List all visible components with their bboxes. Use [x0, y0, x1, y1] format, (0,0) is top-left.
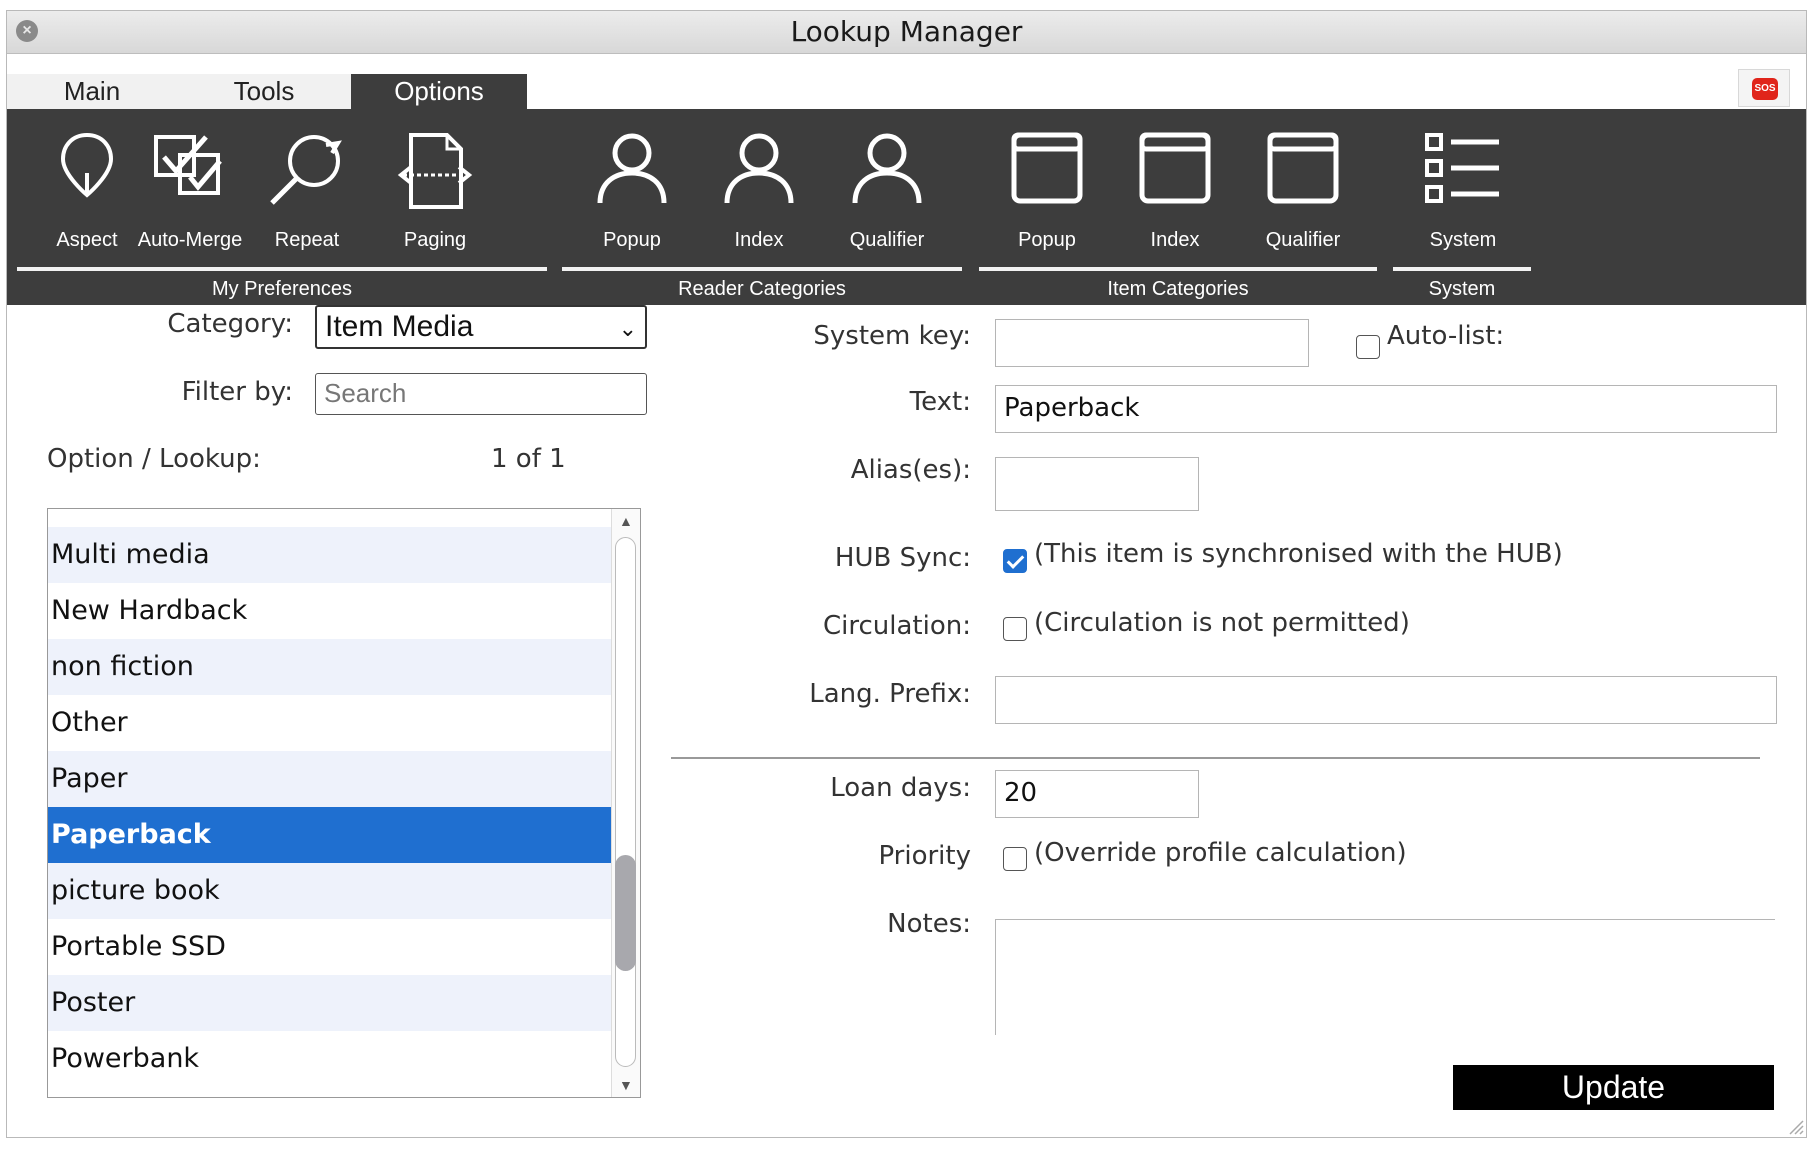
tab-bar: Main Tools Options SOS	[7, 54, 1806, 109]
scroll-thumb[interactable]	[615, 855, 636, 971]
toolbar-label: Paging	[403, 229, 467, 251]
record-count: 1 of 1	[491, 444, 566, 474]
list-item[interactable]: non fiction	[48, 639, 613, 695]
scroll-up-arrow-icon[interactable]: ▲	[619, 513, 633, 529]
group-label-my-preferences: My Preferences	[211, 278, 353, 300]
toolbar-label: Repeat	[274, 229, 340, 251]
map-pin-icon	[60, 132, 114, 198]
hub-sync-description: (This item is synchronised with the HUB)	[1034, 539, 1563, 569]
toolbar-label: Index	[734, 229, 784, 251]
priority-description: (Override profile calculation)	[1034, 838, 1407, 868]
category-label: Category:	[167, 309, 293, 339]
category-select[interactable]: Item Media ⌄	[315, 305, 647, 349]
list-item[interactable]: Other	[48, 695, 613, 751]
alias-input[interactable]	[995, 457, 1199, 511]
list-item[interactable]: picture book	[48, 863, 613, 919]
text-input[interactable]: Paperback	[995, 385, 1777, 433]
hub-sync-label: HUB Sync:	[834, 543, 971, 573]
person-icon	[724, 133, 794, 204]
group-label-item-categories: Item Categories	[1107, 278, 1249, 300]
group-underline	[1393, 267, 1531, 271]
window-title: Lookup Manager	[790, 15, 1023, 48]
repeat-search-icon	[270, 135, 342, 205]
toolbar-button-repeat[interactable]: Repeat	[247, 109, 367, 259]
group-underline	[562, 267, 962, 271]
section-divider	[671, 757, 1760, 759]
list-item[interactable]: Paper	[48, 751, 613, 807]
toolbar-label: Popup	[603, 229, 661, 251]
resize-grip-icon[interactable]	[1786, 1117, 1804, 1135]
lang-prefix-label: Lang. Prefix:	[809, 679, 971, 709]
toolbar-button-auto-merge[interactable]: Auto-Merge	[125, 109, 255, 259]
chevron-down-icon: ⌄	[618, 316, 637, 341]
scroll-down-arrow-icon[interactable]: ▼	[619, 1077, 633, 1093]
toolbar-label: Qualifier	[1265, 229, 1341, 251]
toolbar-label: Auto-Merge	[137, 229, 243, 251]
notes-textarea[interactable]	[995, 919, 1775, 1035]
circulation-label: Circulation:	[823, 611, 971, 641]
tab-tools[interactable]: Tools	[177, 74, 351, 109]
notes-label: Notes:	[887, 909, 971, 939]
priority-checkbox[interactable]	[1003, 847, 1027, 871]
toolbar-button-reader-popup[interactable]: Popup	[572, 109, 692, 259]
group-label-system: System	[1428, 278, 1496, 300]
toolbar-label: System	[1429, 229, 1497, 251]
toolbar-button-system[interactable]: System	[1403, 109, 1523, 259]
filter-label: Filter by:	[181, 377, 293, 407]
sos-button[interactable]: SOS	[1738, 69, 1790, 107]
lang-prefix-input[interactable]	[995, 676, 1777, 724]
list-item[interactable]: Portable SSD	[48, 919, 613, 975]
loan-days-label: Loan days:	[830, 773, 971, 803]
list-icon	[1425, 133, 1499, 203]
lookup-list[interactable]: Multi media New Hardback non fiction Oth…	[47, 508, 641, 1098]
options-toolbar: Aspect Auto-Merge Repeat Paging Popup In…	[7, 109, 1806, 305]
group-label-reader-categories: Reader Categories	[678, 278, 846, 300]
hub-sync-checkbox[interactable]	[1003, 549, 1027, 573]
category-value: Item Media	[325, 310, 474, 343]
list-item[interactable]: Powerbank	[48, 1031, 613, 1087]
circulation-checkbox[interactable]	[1003, 617, 1027, 641]
window-icon	[1139, 132, 1211, 204]
toolbar-button-item-popup[interactable]: Popup	[987, 109, 1107, 259]
toolbar-label: Popup	[1018, 229, 1076, 251]
toolbar-button-reader-index[interactable]: Index	[699, 109, 819, 259]
auto-list-checkbox[interactable]	[1356, 335, 1380, 359]
lookup-manager-window: × Lookup Manager Main Tools Options SOS …	[6, 10, 1807, 1138]
group-underline	[979, 267, 1377, 271]
option-lookup-label: Option / Lookup:	[47, 444, 261, 474]
list-scrollbar[interactable]: ▲ ▼	[611, 509, 640, 1097]
group-underline	[17, 267, 547, 271]
loan-days-input[interactable]: 20	[995, 770, 1199, 818]
sos-icon: SOS	[1752, 78, 1778, 100]
paging-icon	[397, 133, 473, 209]
search-input[interactable]: Search	[315, 373, 647, 415]
alias-label: Alias(es):	[850, 455, 971, 485]
text-label: Text:	[909, 387, 971, 417]
tab-main[interactable]: Main	[7, 74, 177, 109]
toolbar-button-item-qualifier[interactable]: Qualifier	[1243, 109, 1363, 259]
list-item-selected[interactable]: Paperback	[48, 807, 613, 863]
toolbar-button-paging[interactable]: Paging	[375, 109, 495, 259]
person-icon	[597, 133, 667, 204]
scroll-track[interactable]	[615, 537, 636, 1067]
priority-label: Priority	[878, 841, 971, 871]
window-icon	[1011, 132, 1083, 204]
auto-list-label: Auto-list:	[1387, 321, 1505, 351]
update-button[interactable]: Update	[1453, 1065, 1774, 1110]
person-icon	[852, 133, 922, 204]
toolbar-button-item-index[interactable]: Index	[1115, 109, 1235, 259]
toolbar-label: Index	[1150, 229, 1200, 251]
toolbar-label: Qualifier	[849, 229, 925, 251]
window-icon	[1267, 132, 1339, 204]
system-key-input[interactable]	[995, 319, 1309, 367]
tab-options[interactable]: Options	[351, 74, 527, 109]
toolbar-button-reader-qualifier[interactable]: Qualifier	[827, 109, 947, 259]
auto-merge-icon	[154, 135, 222, 195]
system-key-label: System key:	[813, 321, 971, 351]
circulation-description: (Circulation is not permitted)	[1034, 608, 1410, 638]
list-item[interactable]: New Hardback	[48, 583, 613, 639]
title-bar: × Lookup Manager	[7, 11, 1806, 54]
list-item[interactable]: Poster	[48, 975, 613, 1031]
list-item[interactable]: Multi media	[48, 527, 613, 583]
